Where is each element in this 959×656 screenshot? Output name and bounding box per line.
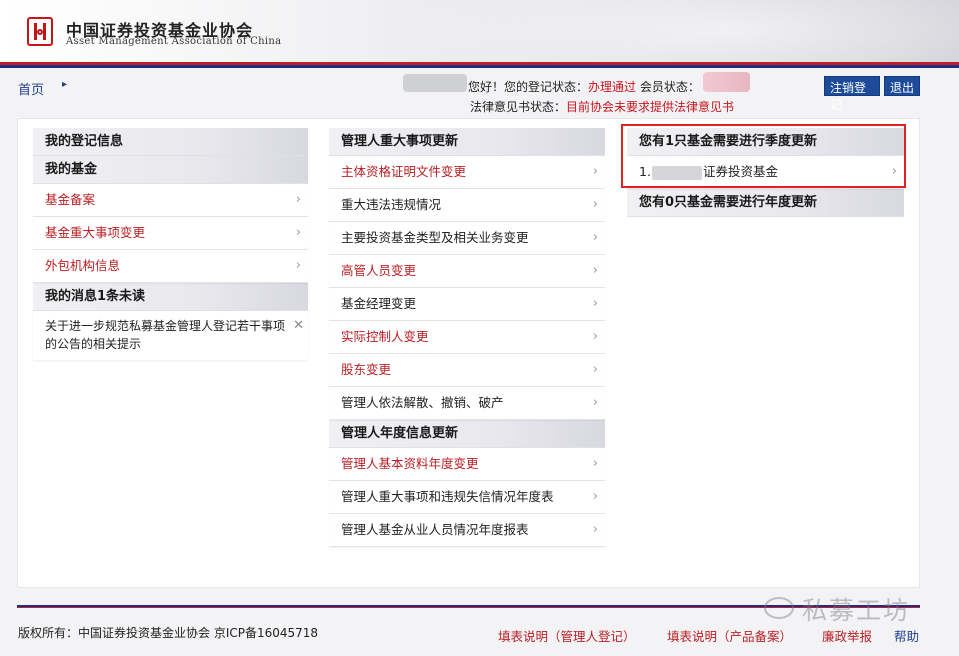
section-major-matters: 管理人重大事项更新 xyxy=(329,128,605,156)
menu-item-label: 主要投资基金类型及相关业务变更 xyxy=(341,230,529,245)
menu-item-label: 高管人员变更 xyxy=(341,263,417,278)
chevron-right-icon: › xyxy=(592,197,598,212)
chevron-right-icon: › xyxy=(592,329,598,344)
menu-item-executive-change[interactable]: 高管人员变更 › xyxy=(329,255,605,288)
menu-item-label: 管理人依法解散、撤销、破产 xyxy=(341,395,504,410)
highlight-box xyxy=(621,124,906,188)
message-text: 关于进一步规范私募基金管理人登记若干事项的公告的相关提示 xyxy=(45,319,286,351)
chevron-right-icon: › xyxy=(295,258,301,273)
breadcrumb-home[interactable]: 首页 xyxy=(18,79,44,98)
section-annual-updates: 管理人年度信息更新 xyxy=(329,420,605,448)
menu-item-annual-staff-report[interactable]: 管理人基金从业人员情况年度报表 › xyxy=(329,514,605,547)
column-my-info: 我的登记信息 我的基金 基金备案 › 基金重大事项变更 › 外包机构信息 › 我… xyxy=(33,128,308,360)
menu-item-annual-violations[interactable]: 管理人重大事项和违规失信情况年度表 › xyxy=(329,481,605,514)
chevron-right-icon: › xyxy=(592,263,598,278)
menu-item-shareholder-change[interactable]: 股东变更 › xyxy=(329,354,605,387)
chevron-right-icon: › xyxy=(295,192,301,207)
chevron-right-icon: › xyxy=(592,456,598,471)
menu-item-subject-qualification[interactable]: 主体资格证明文件变更 › xyxy=(329,156,605,189)
registration-status: 您好！您的登记状态：办理通过 会员状态： xyxy=(468,78,700,95)
menu-item-label: 重大违法违规情况 xyxy=(341,197,442,212)
menu-item-dissolution[interactable]: 管理人依法解散、撤销、破产 › xyxy=(329,387,605,420)
section-registration-info[interactable]: 我的登记信息 xyxy=(33,128,308,156)
menu-item-fund-type-change[interactable]: 主要投资基金类型及相关业务变更 › xyxy=(329,222,605,255)
watermark: 私募工坊 xyxy=(758,591,910,627)
menu-item-label: 基金经理变更 xyxy=(341,296,417,311)
menu-item-fund-major-change[interactable]: 基金重大事项变更 › xyxy=(33,217,308,250)
org-name-en: Asset Management Association of China xyxy=(66,36,282,47)
menu-item-label: 外包机构信息 xyxy=(45,258,121,273)
chevron-right-icon: › xyxy=(592,395,598,410)
link-help[interactable]: 帮助 xyxy=(894,626,919,645)
copyright-text: 版权所有：中国证券投资基金业协会 京ICP备16045718 xyxy=(18,626,319,640)
menu-item-label: 管理人基本资料年度变更 xyxy=(341,456,479,471)
amac-logo-icon xyxy=(27,17,53,46)
watermark-text: 私募工坊 xyxy=(802,596,911,625)
legal-opinion-status: 法律意见书状态：目前协会未要求提供法律意见书 xyxy=(470,98,734,115)
menu-item-label: 实际控制人变更 xyxy=(341,329,429,344)
section-annual-fund-update: 您有0只基金需要进行年度更新 xyxy=(627,189,904,217)
logout-button[interactable]: 退出 xyxy=(884,76,920,96)
site-header: 中国证券投资基金业协会 Asset Management Association… xyxy=(0,0,959,62)
menu-item-label: 基金重大事项变更 xyxy=(45,225,146,240)
menu-item-fund-filing[interactable]: 基金备案 › xyxy=(33,184,308,217)
menu-item-fund-manager-change[interactable]: 基金经理变更 › xyxy=(329,288,605,321)
chevron-right-icon: › xyxy=(592,164,598,179)
chevron-right-icon: › xyxy=(295,225,301,240)
message-item[interactable]: 关于进一步规范私募基金管理人登记若干事项的公告的相关提示 ✕ xyxy=(33,311,308,360)
section-my-fund: 我的基金 xyxy=(33,156,308,184)
breadcrumb-arrow-icon: ▸ xyxy=(62,79,68,90)
menu-item-label: 股东变更 xyxy=(341,362,392,377)
chevron-right-icon: › xyxy=(592,230,598,245)
menu-item-violations[interactable]: 重大违法违规情况 › xyxy=(329,189,605,222)
menu-item-label: 管理人重大事项和违规失信情况年度表 xyxy=(341,489,554,504)
header-decoration xyxy=(380,0,959,62)
menu-item-label: 管理人基金从业人员情况年度报表 xyxy=(341,522,529,537)
column-manager-updates: 管理人重大事项更新 主体资格证明文件变更 › 重大违法违规情况 › 主要投资基金类型… xyxy=(329,128,605,547)
menu-item-controller-change[interactable]: 实际控制人变更 › xyxy=(329,321,605,354)
menu-item-annual-basic-info[interactable]: 管理人基本资料年度变更 › xyxy=(329,448,605,481)
link-integrity-report[interactable]: 廉政举报 xyxy=(822,626,872,645)
chevron-right-icon: › xyxy=(592,296,598,311)
redacted-member-status xyxy=(703,72,750,92)
chevron-right-icon: › xyxy=(592,489,598,504)
legal-status-label: 法律意见书状态： xyxy=(470,100,567,114)
chevron-right-icon: › xyxy=(592,362,598,377)
link-manager-form-guide[interactable]: 填表说明（管理人登记） xyxy=(498,626,636,645)
menu-item-label: 主体资格证明文件变更 xyxy=(341,164,467,179)
chevron-right-icon: › xyxy=(592,522,598,537)
link-product-form-guide[interactable]: 填表说明（产品备案） xyxy=(667,626,792,645)
reg-status-value: 办理通过 xyxy=(588,80,637,94)
menu-item-label: 基金备案 xyxy=(45,192,96,207)
legal-status-value: 目前协会未要求提供法律意见书 xyxy=(566,100,735,114)
redacted-username xyxy=(403,74,467,92)
greeting-text: 您好！您的登记状态： xyxy=(468,80,589,94)
menu-item-outsourcing-info[interactable]: 外包机构信息 › xyxy=(33,250,308,283)
section-my-messages: 我的消息1条未读 xyxy=(33,283,308,311)
close-icon[interactable]: ✕ xyxy=(293,317,304,335)
member-status-label: 会员状态： xyxy=(636,80,700,94)
cancel-registration-button[interactable]: 注销登记 xyxy=(824,76,880,112)
header-divider-blue xyxy=(0,65,959,68)
